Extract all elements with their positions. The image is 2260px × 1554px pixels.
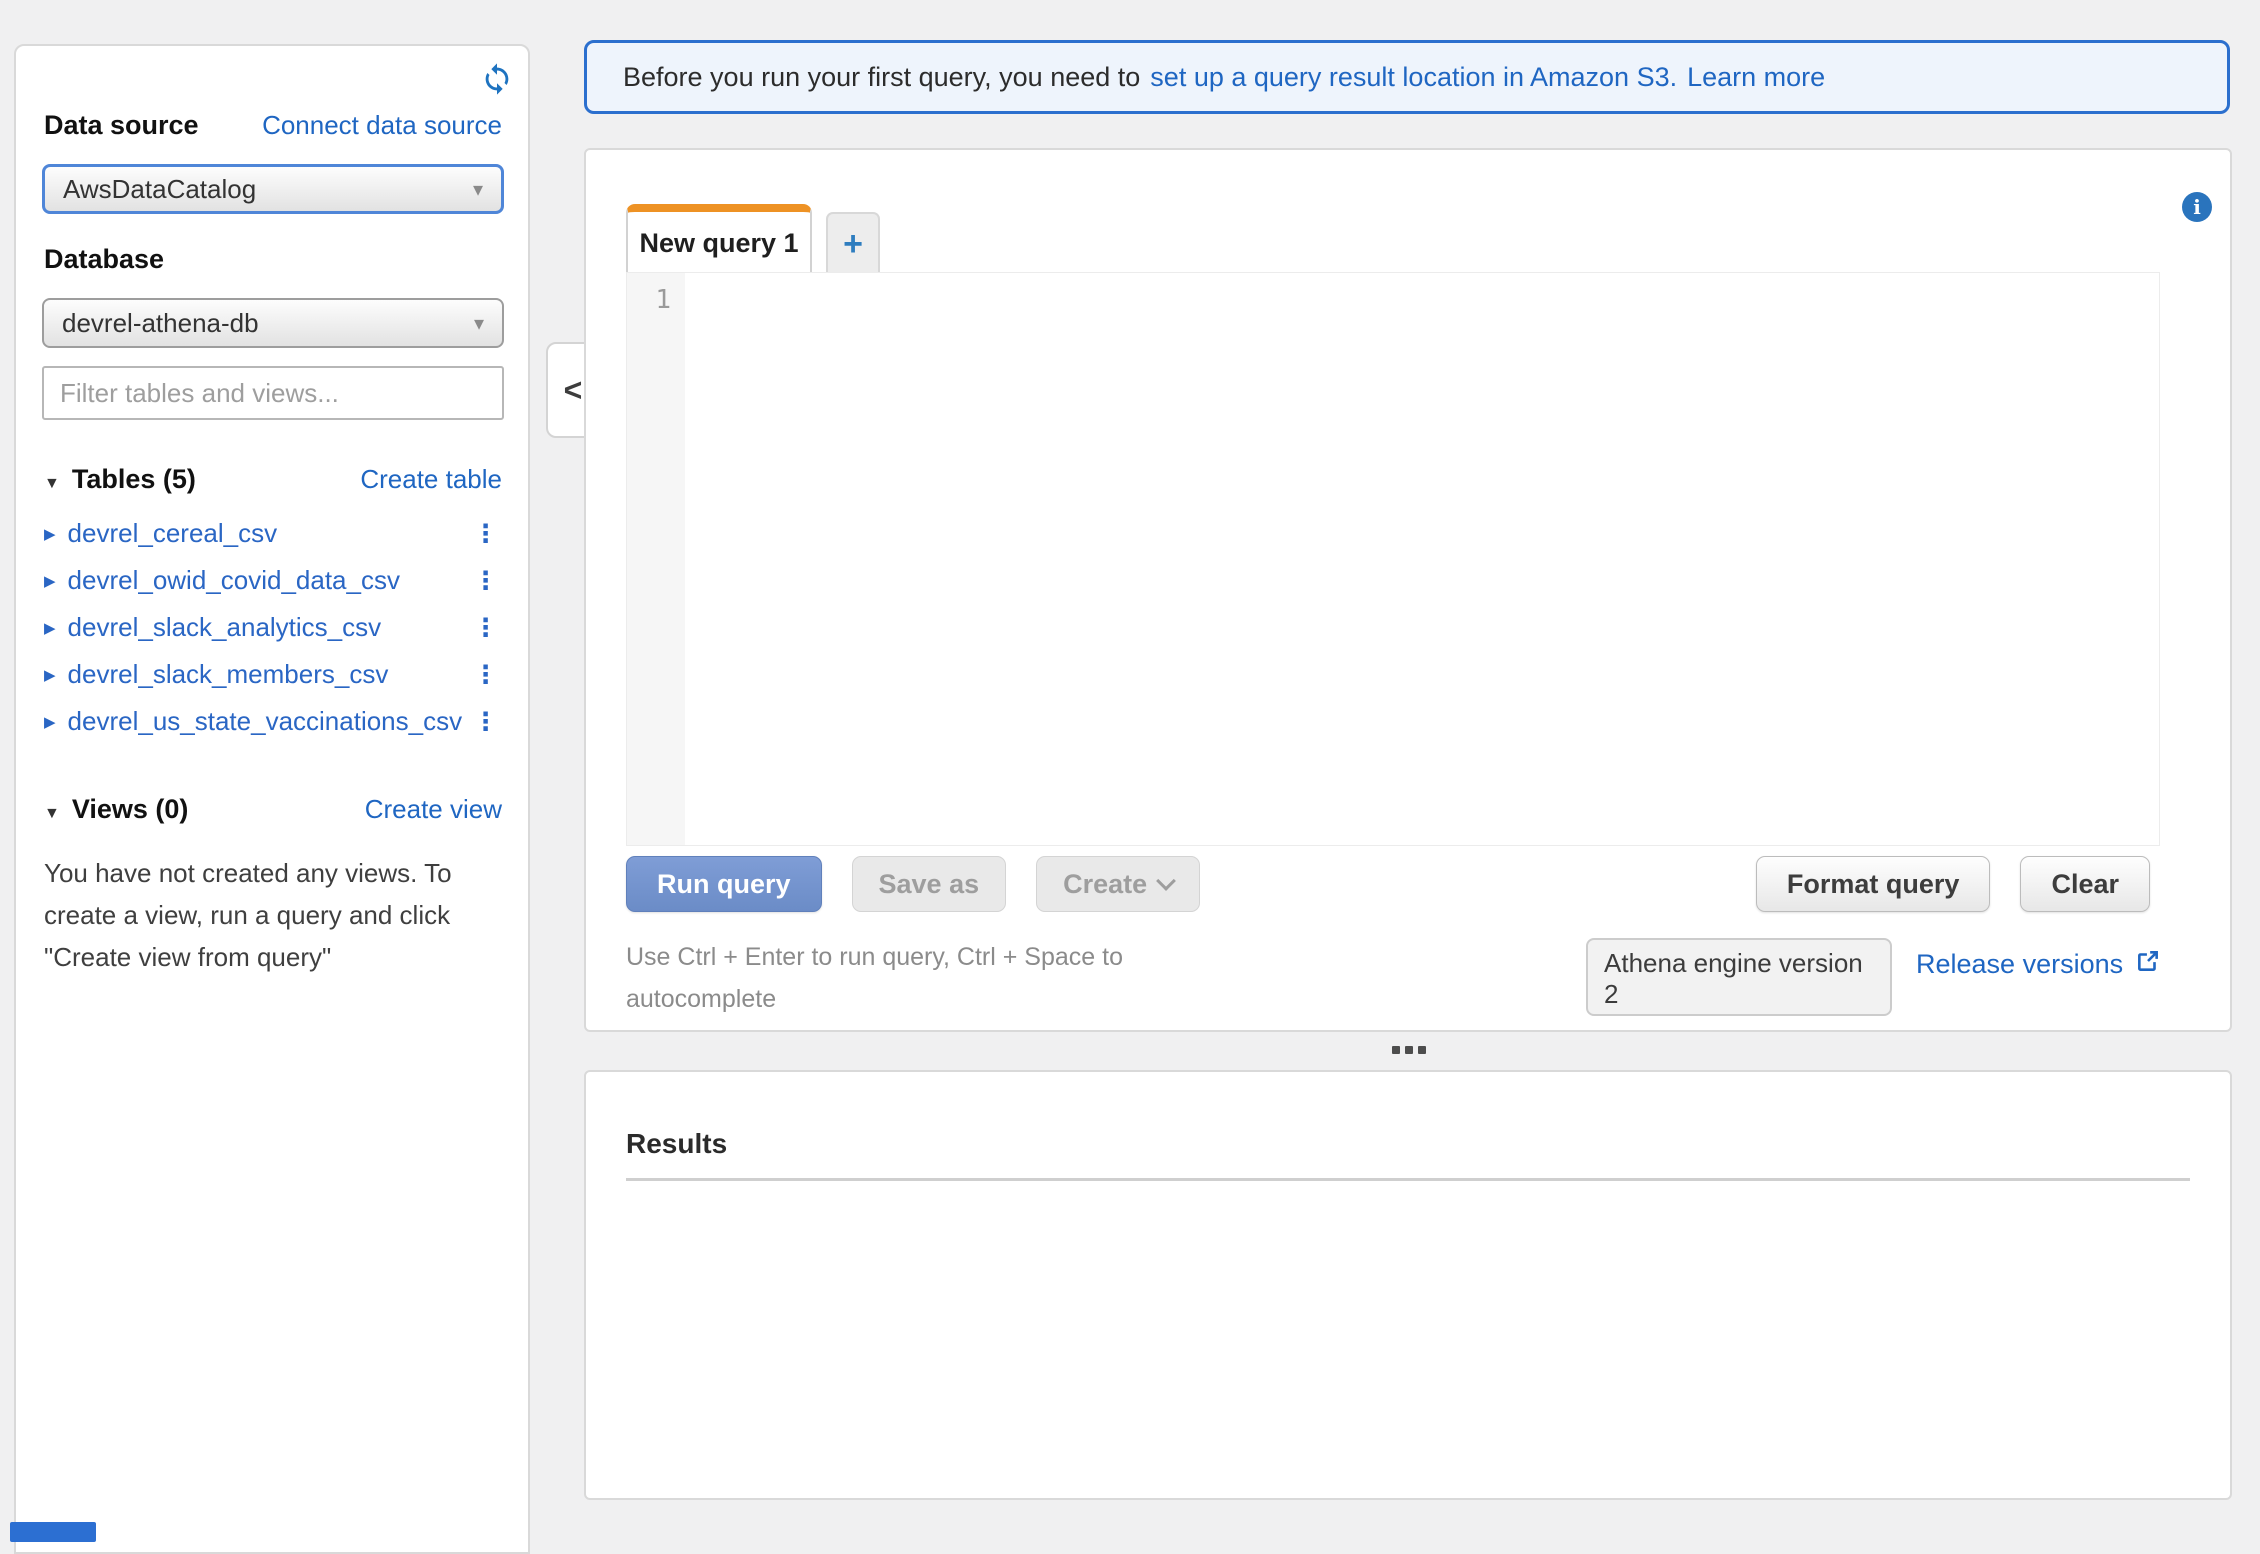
tab-new-query-1[interactable]: New query 1 — [626, 204, 812, 274]
create-dropdown-button[interactable]: Create — [1036, 856, 1200, 912]
table-name[interactable]: devrel_slack_members_csv — [68, 659, 467, 690]
format-query-button[interactable]: Format query — [1756, 856, 1991, 912]
table-row[interactable]: ▶ devrel_slack_members_csv ⋮ — [44, 651, 504, 698]
new-tab-button[interactable]: + — [826, 212, 880, 274]
table-menu-icon[interactable]: ⋮ — [467, 519, 504, 549]
panel-resize-handle[interactable] — [1392, 1046, 1426, 1054]
caret-down-icon: ▾ — [474, 311, 484, 336]
database-value: devrel-athena-db — [62, 308, 259, 339]
catalog-sidebar: Data source Connect data source AwsDataC… — [14, 44, 530, 1554]
table-row[interactable]: ▶ devrel_us_state_vaccinations_csv ⋮ — [44, 698, 504, 745]
save-as-button[interactable]: Save as — [852, 856, 1007, 912]
scrollbar-thumb[interactable] — [10, 1522, 96, 1542]
code-input-surface[interactable] — [685, 273, 2159, 845]
table-list: ▶ devrel_cereal_csv ⋮ ▶ devrel_owid_covi… — [44, 510, 504, 745]
create-table-link[interactable]: Create table — [360, 464, 502, 495]
info-icon[interactable]: i — [2182, 192, 2212, 222]
filter-tables-input[interactable] — [42, 366, 504, 420]
tab-label: New query 1 — [639, 228, 798, 259]
tables-header: Tables (5) — [72, 464, 196, 495]
table-menu-icon[interactable]: ⋮ — [467, 660, 504, 690]
data-source-select[interactable]: AwsDataCatalog ▾ — [42, 164, 504, 214]
shortcut-hint-text: Use Ctrl + Enter to run query, Ctrl + Sp… — [626, 936, 1186, 1020]
setup-warning-banner: Before you run your first query, you nee… — [584, 40, 2230, 114]
database-select[interactable]: devrel-athena-db ▾ — [42, 298, 504, 348]
caret-down-icon: ▾ — [473, 177, 483, 202]
table-row[interactable]: ▶ devrel_slack_analytics_csv ⋮ — [44, 604, 504, 651]
table-row[interactable]: ▶ devrel_cereal_csv ⋮ — [44, 510, 504, 557]
views-header: Views (0) — [72, 794, 189, 825]
table-name[interactable]: devrel_owid_covid_data_csv — [68, 565, 467, 596]
table-menu-icon[interactable]: ⋮ — [467, 707, 504, 737]
results-title: Results — [626, 1128, 727, 1160]
query-editor-panel: i New query 1 + 1 Run query Save as Crea… — [584, 148, 2232, 1032]
splitter-dot — [1405, 1046, 1413, 1054]
expand-triangle-icon[interactable]: ▶ — [44, 619, 56, 637]
expand-triangle-icon[interactable]: ▶ — [44, 572, 56, 590]
chevron-left-icon: < — [564, 372, 583, 409]
engine-version-badge: Athena engine version 2 — [1586, 938, 1892, 1016]
chevron-down-icon — [1156, 871, 1176, 891]
external-link-icon — [2135, 948, 2161, 981]
database-label: Database — [44, 244, 164, 275]
results-panel: Results — [584, 1070, 2232, 1500]
table-name[interactable]: devrel_us_state_vaccinations_csv — [68, 706, 467, 737]
expand-triangle-icon[interactable]: ▶ — [44, 713, 56, 731]
splitter-dot — [1418, 1046, 1426, 1054]
collapse-triangle-icon: ▼ — [44, 475, 60, 493]
collapse-triangle-icon: ▼ — [44, 805, 60, 823]
table-menu-icon[interactable]: ⋮ — [467, 613, 504, 643]
table-name[interactable]: devrel_slack_analytics_csv — [68, 612, 467, 643]
table-name[interactable]: devrel_cereal_csv — [68, 518, 467, 549]
banner-text: Before you run your first query, you nee… — [623, 62, 1140, 93]
expand-triangle-icon[interactable]: ▶ — [44, 525, 56, 543]
splitter-dot — [1392, 1046, 1400, 1054]
results-divider — [626, 1178, 2190, 1181]
learn-more-link[interactable]: Learn more — [1687, 62, 1825, 93]
data-source-label: Data source — [44, 110, 199, 141]
line-number-gutter: 1 — [627, 273, 685, 845]
run-query-button[interactable]: Run query — [626, 856, 822, 912]
expand-triangle-icon[interactable]: ▶ — [44, 666, 56, 684]
refresh-icon[interactable] — [480, 62, 514, 96]
data-source-value: AwsDataCatalog — [63, 174, 256, 205]
release-versions-link[interactable]: Release versions — [1916, 949, 2123, 980]
query-tabbar: New query 1 + — [626, 204, 880, 274]
plus-icon: + — [843, 225, 863, 264]
create-view-link[interactable]: Create view — [365, 794, 502, 825]
table-menu-icon[interactable]: ⋮ — [467, 566, 504, 596]
tables-section-toggle[interactable]: ▼ Tables (5) — [44, 464, 196, 495]
clear-button[interactable]: Clear — [2020, 856, 2150, 912]
sql-editor[interactable]: 1 — [626, 272, 2160, 846]
views-section-toggle[interactable]: ▼ Views (0) — [44, 794, 188, 825]
views-empty-text: You have not created any views. To creat… — [44, 852, 518, 978]
setup-query-result-location-link[interactable]: set up a query result location in Amazon… — [1150, 62, 1677, 93]
connect-data-source-link[interactable]: Connect data source — [262, 110, 502, 141]
table-row[interactable]: ▶ devrel_owid_covid_data_csv ⋮ — [44, 557, 504, 604]
line-number: 1 — [655, 285, 671, 315]
